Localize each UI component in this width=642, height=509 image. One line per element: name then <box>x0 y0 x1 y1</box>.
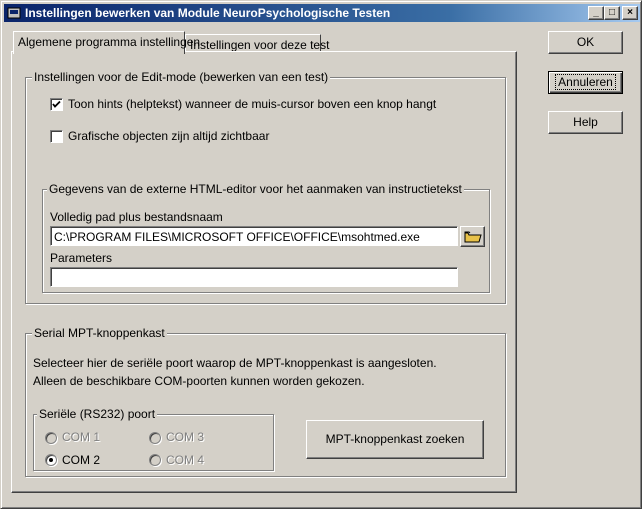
graphic-objects-label[interactable]: Grafische objecten zijn altijd zichtbaar <box>68 129 269 143</box>
com3-radio[interactable] <box>149 432 161 444</box>
help-button-label: Help <box>573 115 598 129</box>
graphic-objects-checkbox[interactable] <box>50 130 63 143</box>
serial-description-line-2: Alleen de beschikbare COM-poorten kunnen… <box>33 374 365 388</box>
search-mpt-button-label: MPT-knoppenkast zoeken <box>325 432 465 446</box>
serial-group: Serial MPT-knoppenkast Selecteer hier de… <box>25 326 506 477</box>
show-hints-checkbox[interactable] <box>50 98 63 111</box>
title-bar[interactable]: Instellingen bewerken van Module NeuroPs… <box>4 4 640 22</box>
com1-radio[interactable] <box>45 432 57 444</box>
serial-port-group: Seriële (RS232) poort COM 1 COM 3 COM 2 … <box>33 407 274 471</box>
parameters-label: Parameters <box>50 251 113 265</box>
close-button[interactable]: × <box>622 6 638 20</box>
com1-label: COM 1 <box>62 430 101 444</box>
edit-mode-group: Instellingen voor de Edit-mode (bewerken… <box>25 70 506 304</box>
folder-open-icon <box>464 231 482 243</box>
minimize-icon: _ <box>593 7 599 18</box>
tab-general-settings[interactable]: Algemene programma instellingen <box>13 31 200 54</box>
maximize-icon: □ <box>608 7 616 18</box>
ok-button-label: OK <box>576 35 595 49</box>
com2-label[interactable]: COM 2 <box>62 453 100 467</box>
show-hints-label[interactable]: Toon hints (helptekst) wanneer de muis-c… <box>68 97 436 111</box>
maximize-button[interactable]: □ <box>604 6 620 20</box>
tab-test-settings-label: Instellingen voor deze test <box>190 38 330 52</box>
com4-radio[interactable] <box>149 454 161 466</box>
path-label: Volledig pad plus bestandsnaam <box>50 210 223 224</box>
radio-selected-dot <box>49 458 53 462</box>
search-mpt-button[interactable]: MPT-knoppenkast zoeken <box>306 420 484 459</box>
cancel-button-label: Annuleren <box>555 74 616 90</box>
browse-button[interactable] <box>460 226 485 247</box>
dialog-window: Instellingen bewerken van Module NeuroPs… <box>0 0 642 509</box>
minimize-button[interactable]: _ <box>588 6 604 20</box>
tab-panel: Instellingen voor de Edit-mode (bewerken… <box>11 51 517 493</box>
window-title: Instellingen bewerken van Module NeuroPs… <box>25 6 391 20</box>
edit-mode-legend: Instellingen voor de Edit-mode (bewerken… <box>32 70 331 84</box>
com4-label: COM 4 <box>166 453 205 467</box>
ok-button[interactable]: OK <box>548 31 623 54</box>
serial-description-line-1: Selecteer hier de seriële poort waarop d… <box>33 356 437 370</box>
parameters-input[interactable] <box>50 267 458 287</box>
serial-port-legend: Seriële (RS232) poort <box>37 407 158 421</box>
com3-label: COM 3 <box>166 430 205 444</box>
close-icon: × <box>627 7 633 18</box>
path-input[interactable]: C:\PROGRAM FILES\MICROSOFT OFFICE\OFFICE… <box>50 226 458 246</box>
app-icon <box>7 6 21 20</box>
cancel-button[interactable]: Annuleren <box>548 71 623 94</box>
html-editor-group: Gegevens van de externe HTML-editor voor… <box>42 182 490 293</box>
com2-radio[interactable] <box>45 454 57 466</box>
checkmark-icon <box>52 100 61 108</box>
html-editor-legend: Gegevens van de externe HTML-editor voor… <box>47 182 464 196</box>
tab-general-settings-label: Algemene programma instellingen <box>18 35 201 49</box>
help-button[interactable]: Help <box>548 111 623 134</box>
serial-legend: Serial MPT-knoppenkast <box>32 326 167 340</box>
